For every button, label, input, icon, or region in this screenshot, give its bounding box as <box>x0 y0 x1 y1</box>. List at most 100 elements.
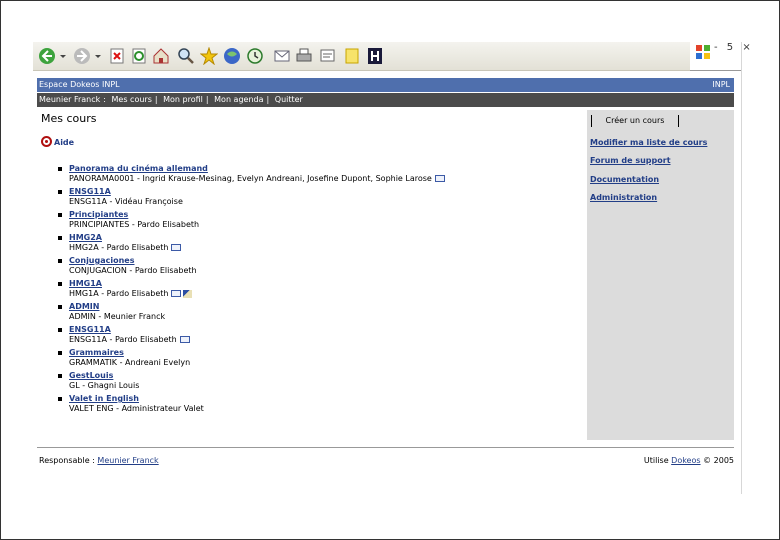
course-description: GL - Ghagni Louis <box>69 381 578 391</box>
course-item: ENSG11A ENSG11A - Vidéau Françoise <box>58 187 578 207</box>
course-description: ENSG11A - Vidéau Françoise <box>69 197 578 207</box>
new-announcement-icon[interactable] <box>434 175 445 182</box>
window-controls[interactable]: - 5 × <box>714 42 754 53</box>
nav-my-courses[interactable]: Mes cours <box>112 93 152 107</box>
forward-dropdown-icon[interactable] <box>94 47 102 65</box>
list-bullet <box>58 190 62 194</box>
new-announcement-icon[interactable] <box>179 336 190 343</box>
create-course-button[interactable]: Créer un cours <box>591 115 679 127</box>
list-bullet <box>58 351 62 355</box>
address-divider <box>690 70 742 71</box>
favorites-icon[interactable] <box>200 47 218 65</box>
course-code-teachers: GL - Ghagni Louis <box>69 381 140 390</box>
edit-icon[interactable] <box>319 47 337 65</box>
course-description: PRINCIPIANTES - Pardo Elisabeth <box>69 220 578 230</box>
user-nav: Meunier Franck: Mes cours | Mon profil | M… <box>37 93 734 107</box>
course-item: ADMIN ADMIN - Meunier Franck <box>58 302 578 322</box>
refresh-icon[interactable] <box>130 47 148 65</box>
course-title-link[interactable]: Grammaires <box>69 348 578 358</box>
course-description: VALET ENG - Administrateur Valet <box>69 404 578 414</box>
mail-icon[interactable] <box>273 47 291 65</box>
institution-link[interactable]: INPL <box>712 78 730 92</box>
course-item: HMG1A HMG1A - Pardo Elisabeth <box>58 279 578 299</box>
list-bullet <box>58 213 62 217</box>
support-forum-link[interactable]: Forum de support <box>590 156 671 165</box>
print-icon[interactable] <box>295 47 313 65</box>
page-title: Mes cours <box>41 112 97 125</box>
footer-responsible: Responsable : Meunier Franck <box>39 456 159 465</box>
list-bullet <box>58 328 62 332</box>
course-item: ENSG11A ENSG11A - Pardo Elisabeth <box>58 325 578 345</box>
dokeos-link[interactable]: Dokeos <box>671 456 700 465</box>
course-code-teachers: PANORAMA0001 - Ingrid Krause-Mesinag, Ev… <box>69 174 432 183</box>
new-announcement-icon[interactable] <box>171 290 182 297</box>
right-sidebar: Créer un cours Modifier ma liste de cour… <box>587 110 734 440</box>
course-item: Valet in English VALET ENG - Administrate… <box>58 394 578 414</box>
course-title-link[interactable]: ENSG11A <box>69 325 578 335</box>
help-link[interactable]: Aide <box>41 136 74 148</box>
back-icon[interactable] <box>38 47 56 65</box>
course-item: Grammaires GRAMMATIK - Andreani Evelyn <box>58 348 578 368</box>
back-dropdown-icon[interactable] <box>59 47 67 65</box>
course-description: GRAMMATIK - Andreani Evelyn <box>69 358 578 368</box>
course-code-teachers: HMG1A - Pardo Elisabeth <box>69 289 169 298</box>
course-title-link[interactable]: HMG2A <box>69 233 578 243</box>
search-icon[interactable] <box>177 47 195 65</box>
course-title-link[interactable]: HMG1A <box>69 279 578 289</box>
course-code-teachers: VALET ENG - Administrateur Valet <box>69 404 204 413</box>
course-title-link[interactable]: GestLouis <box>69 371 578 381</box>
history-icon[interactable] <box>246 47 264 65</box>
platform-prefix: Utilise <box>643 456 669 465</box>
list-bullet <box>58 282 62 286</box>
course-code-teachers: PRINCIPIANTES - Pardo Elisabeth <box>69 220 200 229</box>
nav-user-name: Meunier Franck <box>39 95 101 104</box>
responsible-label: Responsable : <box>39 456 95 465</box>
responsible-name-link[interactable]: Meunier Franck <box>97 456 158 465</box>
new-announcement-icon[interactable] <box>171 244 182 251</box>
media-icon[interactable] <box>223 47 241 65</box>
course-title-link[interactable]: Conjugaciones <box>69 256 578 266</box>
course-item: Panorama du cinéma allemand PANORAMA0001 … <box>58 164 578 184</box>
course-item: GestLouis GL - Ghagni Louis <box>58 371 578 391</box>
site-header: Espace Dokeos INPL INPL <box>37 78 734 92</box>
edit-course-list-link[interactable]: Modifier ma liste de cours <box>590 138 707 147</box>
course-title-link[interactable]: ADMIN <box>69 302 578 312</box>
forward-icon[interactable] <box>73 47 91 65</box>
course-item: Principiantes PRINCIPIANTES - Pardo Elisa… <box>58 210 578 230</box>
course-code-teachers: HMG2A - Pardo Elisabeth <box>69 243 169 252</box>
list-bullet <box>58 305 62 309</box>
stop-icon[interactable] <box>108 47 126 65</box>
help-label[interactable]: Aide <box>54 138 74 147</box>
list-bullet <box>58 236 62 240</box>
course-title-link[interactable]: Valet in English <box>69 394 578 404</box>
new-document-icon[interactable] <box>183 289 193 298</box>
site-title[interactable]: Espace Dokeos INPL <box>39 78 120 92</box>
course-code-teachers: ENSG11A - Vidéau Françoise <box>69 197 183 206</box>
list-bullet <box>58 397 62 401</box>
nav-my-agenda[interactable]: Mon agenda <box>214 93 263 107</box>
footer-platform: Utilise Dokeos © 2005 <box>644 456 734 465</box>
course-description: ENSG11A - Pardo Elisabeth <box>69 335 578 345</box>
window-edge <box>741 42 742 494</box>
course-title-link[interactable]: Principiantes <box>69 210 578 220</box>
course-description: HMG1A - Pardo Elisabeth <box>69 289 578 299</box>
documentation-link[interactable]: Documentation <box>590 175 659 184</box>
course-code-teachers: GRAMMATIK - Andreani Evelyn <box>69 358 191 367</box>
list-bullet <box>58 167 62 171</box>
course-title-link[interactable]: ENSG11A <box>69 187 578 197</box>
nav-logout[interactable]: Quitter <box>275 93 303 107</box>
course-description: PANORAMA0001 - Ingrid Krause-Mesinag, Ev… <box>69 174 578 184</box>
administration-link[interactable]: Administration <box>590 193 657 202</box>
home-icon[interactable] <box>152 47 170 65</box>
copyright: © 2005 <box>703 456 734 465</box>
note-icon[interactable] <box>343 47 361 65</box>
course-code-teachers: ENSG11A - Pardo Elisabeth <box>69 335 177 344</box>
help-icon <box>41 136 52 147</box>
course-title-link[interactable]: Panorama du cinéma allemand <box>69 164 578 174</box>
nav-my-profile[interactable]: Mon profil <box>163 93 203 107</box>
windows-logo-icon <box>696 45 710 59</box>
list-bullet <box>58 374 62 378</box>
messenger-icon[interactable] <box>366 47 384 65</box>
browser-toolbar <box>33 42 690 71</box>
course-description: HMG2A - Pardo Elisabeth <box>69 243 578 253</box>
